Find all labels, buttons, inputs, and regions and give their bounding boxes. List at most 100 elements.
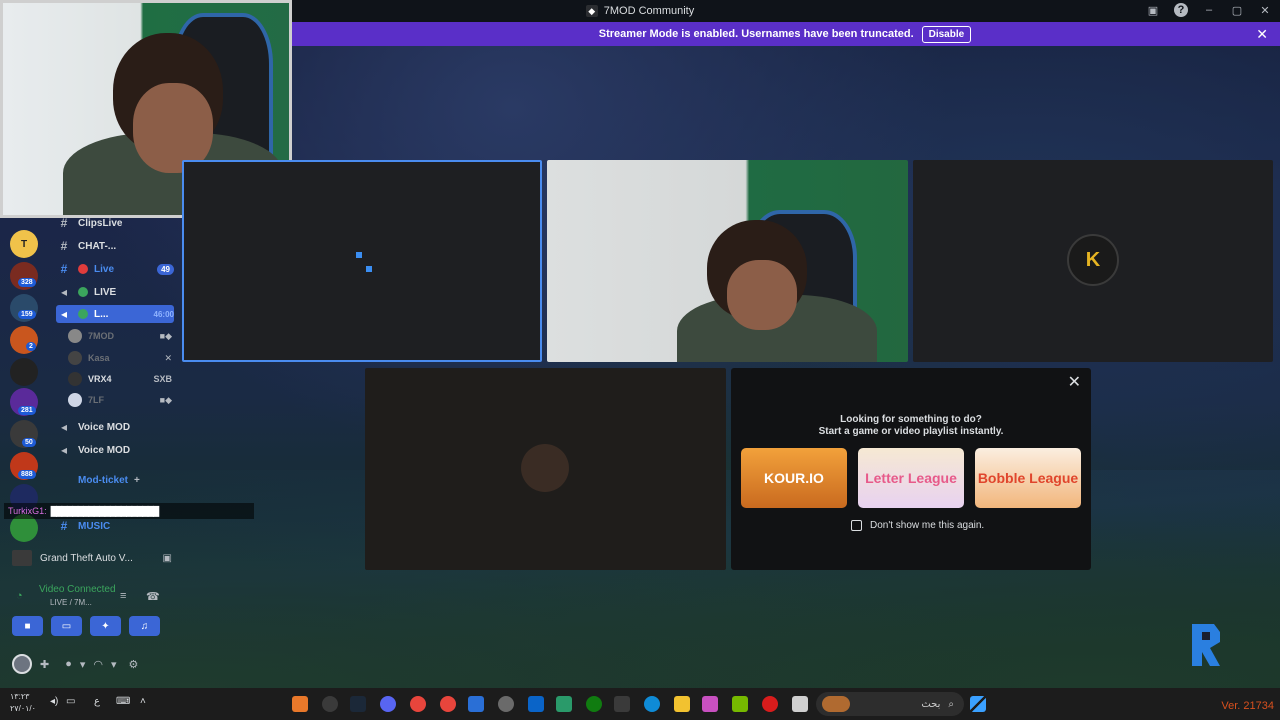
game-card-title: Bobble League: [977, 470, 1079, 486]
channel-voice-mod[interactable]: ◂ Voice MOD: [56, 418, 174, 436]
folder-icon[interactable]: [674, 696, 690, 712]
stream-icon[interactable]: ▣: [163, 553, 172, 564]
soundboard-icon[interactable]: ≡: [120, 590, 126, 602]
voice-user[interactable]: 7MOD ■◆: [68, 327, 172, 345]
game-card-bobble-league[interactable]: Bobble League: [975, 448, 1081, 508]
voice-user[interactable]: Kasa ✕: [68, 349, 172, 367]
voice-channel[interactable]: LIVE / 7M...: [50, 598, 92, 607]
soundboard-button[interactable]: ♫: [129, 616, 160, 636]
voice-user[interactable]: 7LF ■◆: [68, 391, 172, 409]
chevron-down-icon[interactable]: ▾: [111, 658, 117, 671]
clock-time[interactable]: ١٣:٢٣: [10, 692, 29, 701]
channel-clipslive[interactable]: # ClipsLive: [56, 214, 174, 232]
volume-icon[interactable]: ◂): [50, 696, 58, 707]
activity-subheading: Start a game or video playlist instantly…: [818, 426, 1004, 437]
app-icon[interactable]: [792, 696, 808, 712]
photos-icon[interactable]: [468, 696, 484, 712]
checkbox[interactable]: [851, 520, 862, 531]
minimize-icon[interactable]: –: [1202, 3, 1216, 17]
voice-status: Video Connected: [39, 584, 116, 595]
server-icon[interactable]: [10, 358, 38, 386]
help-icon[interactable]: ?: [1174, 3, 1188, 17]
app-icon[interactable]: [556, 696, 572, 712]
windows-start-icon[interactable]: [970, 696, 986, 712]
microphone-icon[interactable]: ●: [65, 658, 72, 670]
window-title: 7MOD Community: [603, 5, 695, 17]
red-dot-icon: [78, 264, 88, 274]
voice-user-name: Kasa: [88, 353, 110, 363]
server-badge: 50: [22, 438, 36, 447]
game-card-kour[interactable]: KOUR.IO: [741, 448, 847, 508]
discord-icon[interactable]: [380, 696, 396, 712]
clock-date[interactable]: ٢٧/٠١/٠: [10, 704, 36, 713]
outlook-icon[interactable]: [528, 696, 544, 712]
channel-label: Voice MOD: [78, 444, 131, 456]
server-badge: 888: [18, 470, 36, 479]
hash-icon: #: [60, 239, 68, 253]
app-icon[interactable]: [292, 696, 308, 712]
input-language[interactable]: ع: [94, 696, 100, 707]
close-icon[interactable]: ✕: [1068, 372, 1081, 392]
channel-label: ClipsLive: [78, 217, 123, 229]
search-highlight-icon: [822, 696, 850, 712]
server-icon-t[interactable]: T: [10, 230, 38, 258]
store-icon[interactable]: [614, 696, 630, 712]
chrome-icon[interactable]: [410, 696, 426, 712]
loading-icon: [356, 252, 362, 258]
gamepad-icon[interactable]: ✚: [40, 658, 49, 671]
channel-active-voice[interactable]: ◂ L... 46:00: [56, 305, 174, 323]
settings-icon[interactable]: [498, 696, 514, 712]
voice-user[interactable]: VRX4 SXB: [68, 370, 172, 388]
banner-close-icon[interactable]: ✕: [1256, 26, 1268, 43]
channel-music[interactable]: # MUSIC: [56, 517, 174, 535]
chevron-down-icon[interactable]: ▾: [80, 658, 86, 671]
checkbox-label: Don't show me this again.: [870, 520, 985, 531]
channel-live-voice[interactable]: ◂ LIVE: [56, 283, 174, 301]
video-tile-camera[interactable]: [547, 160, 908, 362]
add-channel-icon[interactable]: +: [134, 475, 140, 486]
steam-icon[interactable]: [350, 696, 366, 712]
headphones-icon[interactable]: ◠: [93, 658, 103, 671]
nvidia-icon[interactable]: [732, 696, 748, 712]
inbox-icon[interactable]: ▣: [1146, 3, 1160, 17]
game-card-title: KOUR.IO: [764, 470, 824, 486]
edge-icon[interactable]: [644, 696, 660, 712]
user-avatar: K: [1067, 234, 1119, 286]
activities-button[interactable]: ✦: [90, 616, 121, 636]
game-card-title: Letter League: [865, 470, 957, 486]
screen-share-button[interactable]: ▭: [51, 616, 82, 636]
opera-icon[interactable]: [762, 696, 778, 712]
green-dot-icon: [78, 287, 88, 297]
loading-icon: [366, 266, 372, 272]
maximize-icon[interactable]: ▢: [1230, 3, 1244, 17]
dont-show-again[interactable]: Don't show me this again.: [851, 520, 984, 531]
disconnect-icon[interactable]: ☎: [146, 590, 160, 603]
category-label: Mod-ticket: [78, 474, 128, 486]
chrome-icon[interactable]: [440, 696, 456, 712]
disable-button[interactable]: Disable: [921, 25, 972, 43]
channel-voice-mod-2[interactable]: ◂ Voice MOD: [56, 441, 174, 459]
game-card-letter-league[interactable]: Letter League: [858, 448, 964, 508]
xbox-icon[interactable]: [586, 696, 602, 712]
channel-live[interactable]: # Live 49: [56, 260, 174, 278]
video-tile-loading[interactable]: [182, 160, 542, 362]
taskbar-search[interactable]: بحث ⌕: [816, 692, 964, 716]
chevron-up-icon[interactable]: ˄: [140, 696, 146, 707]
avatar[interactable]: [12, 654, 32, 674]
category-mod-ticket[interactable]: Mod-ticket +: [56, 471, 174, 489]
video-tile-small-avatar[interactable]: [365, 368, 726, 570]
server-badge: 2: [26, 342, 36, 351]
keyboard-icon[interactable]: ⌨: [116, 696, 130, 707]
app-icon[interactable]: [322, 696, 338, 712]
network-icon[interactable]: ▭: [66, 696, 75, 707]
activity-status[interactable]: Grand Theft Auto V... ▣: [12, 548, 172, 568]
copilot-icon[interactable]: [702, 696, 718, 712]
video-camera-icon: ■◆: [159, 330, 172, 341]
chat-nick: TurkixG1:: [8, 506, 47, 516]
settings-gear-icon[interactable]: ⚙: [129, 658, 139, 671]
channel-chat[interactable]: # CHAT-...: [56, 237, 174, 255]
window-close-icon[interactable]: ✕: [1258, 3, 1272, 17]
camera-button[interactable]: ■: [12, 616, 43, 636]
activity-heading: Looking for something to do?: [840, 414, 982, 425]
video-tile-avatar[interactable]: K: [913, 160, 1273, 362]
